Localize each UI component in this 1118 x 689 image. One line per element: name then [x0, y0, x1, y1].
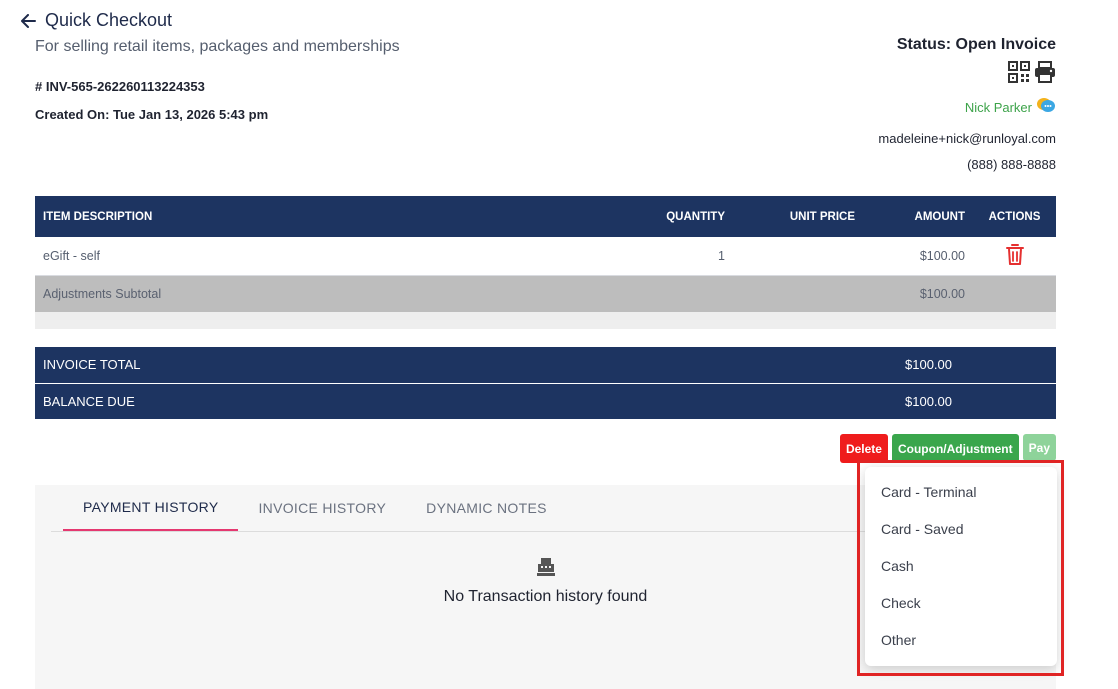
pay-button[interactable]: Pay [1022, 434, 1056, 461]
items-table: ITEM DESCRIPTION QUANTITY UNIT PRICE AMO… [35, 196, 1056, 329]
arrow-left-icon[interactable] [20, 13, 36, 29]
customer-email: madeleine+nick@runloyal.com [878, 131, 1056, 146]
balance-due-label: BALANCE DUE [35, 383, 892, 420]
invoice-total-label: INVOICE TOTAL [35, 347, 892, 384]
pay-dropdown-menu: Card - Terminal Card - Saved Cash Check … [865, 467, 1057, 666]
customer-info: Status: Open Invoice Nick Parker madelei… [878, 36, 1056, 172]
column-header: ACTIONS [973, 196, 1056, 237]
item-actions [973, 237, 1056, 276]
invoice-total-amount: $100.00 [892, 347, 1056, 384]
page-title: Quick Checkout [45, 10, 173, 30]
tab-invoice-history[interactable]: INVOICE HISTORY [238, 485, 406, 531]
invoice-tools [878, 61, 1056, 88]
item-amount: $100.00 [863, 237, 973, 276]
customer-phone: (888) 888-8888 [967, 157, 1056, 172]
created-on: Created On: Tue Jan 13, 2026 5:43 pm [35, 107, 269, 122]
column-header: UNIT PRICE [733, 196, 863, 237]
invoice-total-row: INVOICE TOTAL $100.00 [35, 347, 1056, 384]
coupon-adjustment-button[interactable]: Coupon/Adjustment [891, 434, 1019, 463]
column-header: ITEM DESCRIPTION [35, 196, 583, 237]
balance-due-amount: $100.00 [892, 383, 1056, 420]
menu-item-cash[interactable]: Cash [865, 547, 1057, 584]
tab-dynamic-notes[interactable]: DYNAMIC NOTES [406, 485, 567, 531]
customer-name[interactable]: Nick Parker [965, 100, 1032, 115]
balance-due-row: BALANCE DUE $100.00 [35, 383, 1056, 420]
header-left: Quick Checkout [20, 10, 172, 31]
invoice-actions: Delete Coupon/Adjustment Pay [839, 434, 1056, 463]
menu-item-check[interactable]: Check [865, 584, 1057, 621]
totals-table: INVOICE TOTAL $100.00 BALANCE DUE $100.0… [35, 347, 1056, 420]
item-quantity: 1 [583, 237, 733, 276]
page-subtitle: For selling retail items, packages and m… [35, 38, 400, 55]
delete-button[interactable]: Delete [839, 434, 888, 463]
spacer-row [35, 312, 1056, 329]
item-description: eGift - self [35, 237, 583, 276]
adjustments-amount: $100.00 [863, 275, 973, 312]
table-header: ITEM DESCRIPTION QUANTITY UNIT PRICE AMO… [35, 196, 1056, 237]
item-unit-price [733, 237, 863, 276]
invoice-status: Status: Open Invoice [896, 36, 1056, 53]
menu-item-card-terminal[interactable]: Card - Terminal [865, 473, 1057, 510]
column-header: AMOUNT [863, 196, 973, 237]
menu-item-other[interactable]: Other [865, 621, 1057, 658]
customer-row: Nick Parker [878, 96, 1056, 119]
table-row: eGift - self 1 $100.00 [35, 237, 1056, 276]
cash-register-icon [536, 557, 556, 582]
tab-payment-history[interactable]: PAYMENT HISTORY [63, 485, 239, 531]
chat-icon[interactable] [1036, 96, 1056, 119]
title-row: Quick Checkout [20, 10, 172, 31]
invoice-number: # INV-565-262260113224353 [35, 79, 205, 94]
qr-code-icon[interactable] [1008, 61, 1030, 88]
menu-item-card-saved[interactable]: Card - Saved [865, 510, 1057, 547]
adjustments-row: Adjustments Subtotal $100.00 [35, 275, 1056, 312]
column-header: QUANTITY [583, 196, 733, 237]
adjustments-label: Adjustments Subtotal [35, 275, 583, 312]
trash-icon[interactable] [1005, 243, 1024, 268]
printer-icon[interactable] [1034, 61, 1056, 88]
